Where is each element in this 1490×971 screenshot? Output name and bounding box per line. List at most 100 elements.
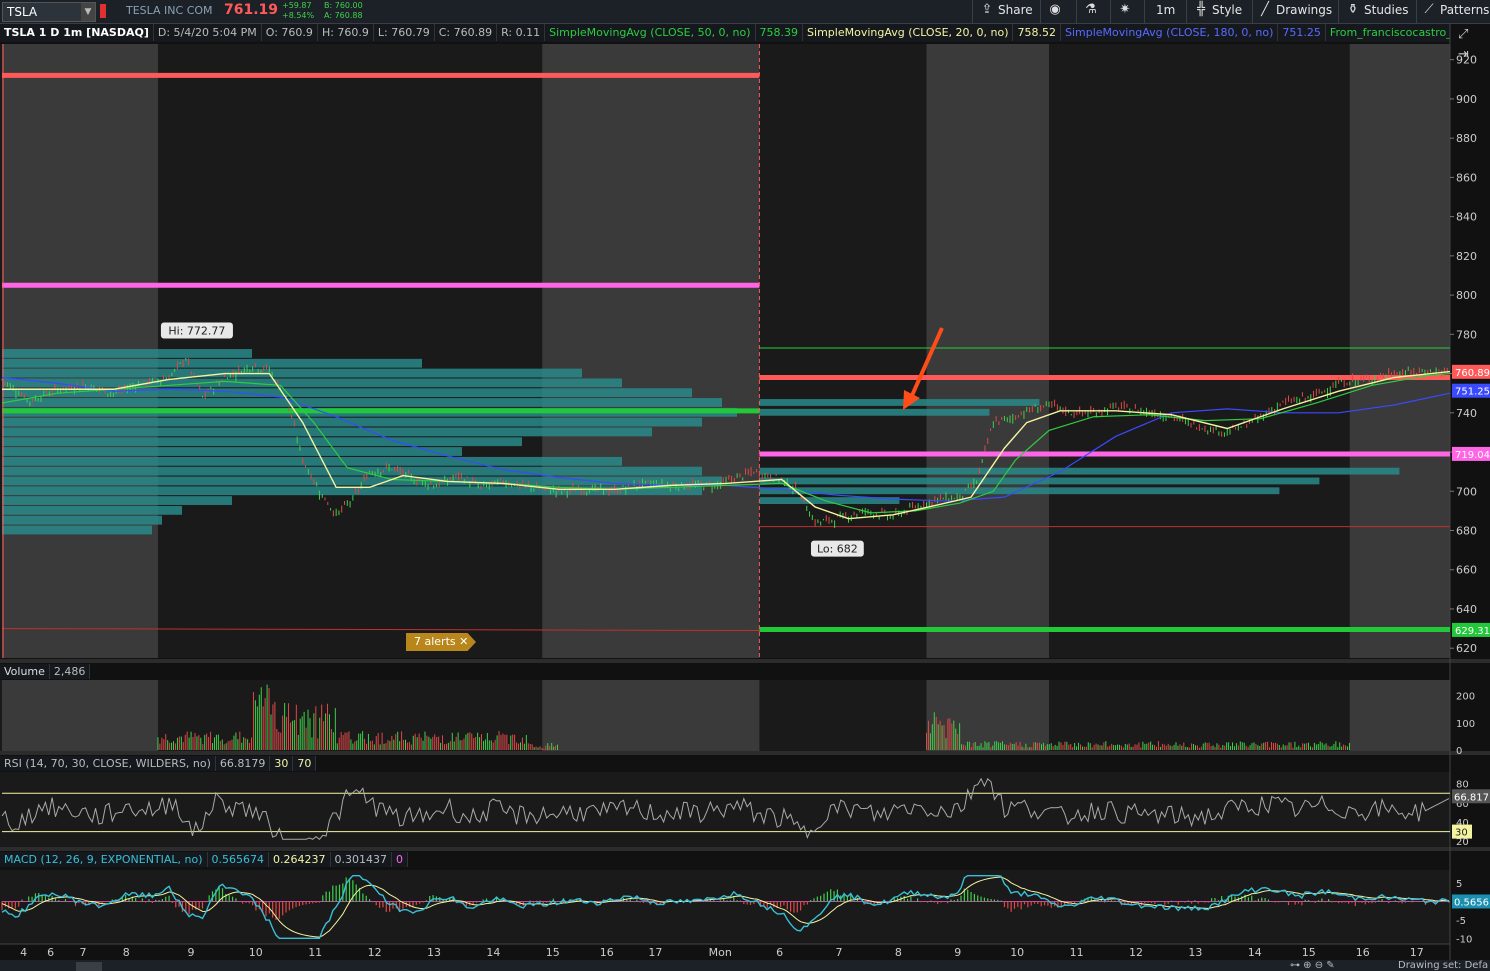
x-tick-label: 16 [600,946,614,959]
session-band [2,680,158,752]
chart-canvas[interactable]: 6206406606807007207407607808008208408608… [0,0,1490,971]
studies-button[interactable]: ⚱ Studies [1346,3,1409,18]
y-tick-label: 920 [1456,54,1477,67]
alerts-badge[interactable]: 7 alerts ✕ [406,633,476,651]
symbol-input[interactable]: TSLA ▼ [2,2,96,22]
macd-tag-label: 0.5656 [1454,897,1489,908]
volume-profile-bar [2,417,702,427]
price-tag-label: 629.31 [1455,626,1490,637]
x-tick-label: 13 [1188,946,1202,959]
arrow-annotation [908,327,944,401]
patterns-button[interactable]: ⟋ Patterns [1422,3,1489,18]
chart-title: TSLA 1 D 1m [NASDAQ] [0,24,154,41]
y-tick-label: 680 [1456,524,1477,537]
macd-tick-label: 5 [1456,879,1462,890]
x-tick-label: 8 [895,946,902,959]
zoom-icon: ⤢ [1458,27,1468,42]
volume-profile-bar [759,477,1320,485]
y-tick-label: 740 [1456,407,1477,420]
y-tick-label: 840 [1456,211,1477,224]
macd-label[interactable]: MACD (12, 26, 9, EXPONENTIAL, no) [0,852,208,867]
rsi-tick-label: 80 [1456,780,1469,791]
rsi-header: RSI (14, 70, 30, CLOSE, WILDERS, no) 66.8… [0,756,317,772]
volume-profile-bar [2,427,652,437]
macd-header: MACD (12, 26, 9, EXPONENTIAL, no) 0.56567… [0,852,409,868]
chevron-down-icon[interactable]: ▼ [81,3,95,21]
x-tick-label: 17 [648,946,662,959]
alerts-label: 7 alerts ✕ [414,635,469,648]
sma50-label[interactable]: SimpleMovingAvg (CLOSE, 50, 0, no) [545,24,756,41]
compare-button[interactable]: ◉ [1048,3,1062,17]
x-tick-label: 9 [954,946,961,959]
candlestick-icon: ╬ [1197,2,1205,17]
price-tag-label: 760.89 [1455,368,1490,379]
price-tag-label: 751.25 [1455,387,1490,398]
change-percent: +8.54% [282,11,315,20]
gear-icon: ✷ [1119,2,1131,17]
rsi-lo-tag [1452,824,1472,839]
y-tick-label: 860 [1456,171,1477,184]
company-name: TESLA INC COM [126,4,213,17]
volume-profile-bar [759,497,900,504]
info-high: H: 760.9 [318,24,374,41]
trend-line [1,628,760,632]
volume-profile-bar [2,358,422,368]
sma20-label[interactable]: SimpleMovingAvg (CLOSE, 20, 0, no) [803,24,1014,41]
volume-profile-bar [2,486,702,496]
drawings-button[interactable]: ╱ Drawings [1258,3,1332,18]
x-tick-label: 9 [188,946,195,959]
sma20-value: 758.52 [1013,24,1061,41]
settings-button[interactable]: ✷ [1118,3,1132,17]
arrow-head [903,390,920,410]
price-tag [1452,364,1490,379]
bottom-tools[interactable]: ⊶ ⊕ ⊖ ✎ [1290,960,1335,971]
x-tick-label: 15 [546,946,560,959]
x-tick-label: 14 [1248,946,1262,959]
x-tick-label: 6 [776,946,783,959]
x-tick-label: 10 [1010,946,1024,959]
share-icon: ⇪ [981,2,993,17]
info-range: R: 0.11 [497,24,546,41]
volume-profile-bar [759,408,990,416]
bid-ask: B: 760.00 A: 760.88 [324,1,363,21]
bottom-status: ⊶ ⊕ ⊖ ✎ Drawing set: Defa [0,960,1490,971]
flask-icon: ⚗ [1085,2,1097,17]
drawing-set[interactable]: Drawing set: Defa [1398,960,1488,971]
panel-bg [0,44,1450,658]
price-callout-text: Lo: 682 [817,543,858,556]
style-button[interactable]: ╬ Style [1194,2,1242,18]
change-value: +59.87 [282,1,312,10]
x-tick-label: 12 [1129,946,1143,959]
session-band [2,44,158,658]
study-label[interactable]: From_franciscocastro_on_Jun_05_1 (DAY, 1… [1326,24,1450,41]
timeframe-button[interactable]: 1m [1156,3,1175,17]
y-tick-label: 720 [1456,446,1477,459]
y-tick-label: 660 [1456,564,1477,577]
flag-icon[interactable] [100,4,106,18]
volume-profile-bar [759,467,1400,475]
x-tick-label: 11 [308,946,322,959]
sma180-line [1,376,1451,502]
top-toolbar: TSLA ▼ TESLA INC COM 761.19 +59.87 +8.54… [0,0,1490,24]
volume-profile-bar [2,466,702,476]
flask-button[interactable]: ⚗ [1084,3,1098,17]
volume-label[interactable]: Volume [0,664,50,679]
info-low: L: 760.79 [374,24,435,41]
session-band [542,680,760,752]
volume-profile-bar [2,398,722,407]
sma180-label[interactable]: SimpleMovingAvg (CLOSE, 180, 0, no) [1061,24,1279,41]
macd-tag [1452,894,1490,909]
volume-profile-bar [759,399,1040,406]
price-callout-text: Hi: 772.77 [168,325,225,338]
session-band [1349,44,1450,658]
expand-icon: ⇥ [1458,47,1469,62]
macd-diff: 0.301437 [330,852,393,867]
rsi-label[interactable]: RSI (14, 70, 30, CLOSE, WILDERS, no) [0,756,216,771]
session-band [542,44,760,658]
macd-tick-label: -5 [1456,916,1466,927]
volume-profile-bar [2,456,622,466]
volume-profile-bar [2,505,182,515]
scroll-handle[interactable] [76,962,102,971]
rsi-tick-label: 20 [1456,837,1469,848]
share-button[interactable]: ⇪ Share [980,2,1033,18]
